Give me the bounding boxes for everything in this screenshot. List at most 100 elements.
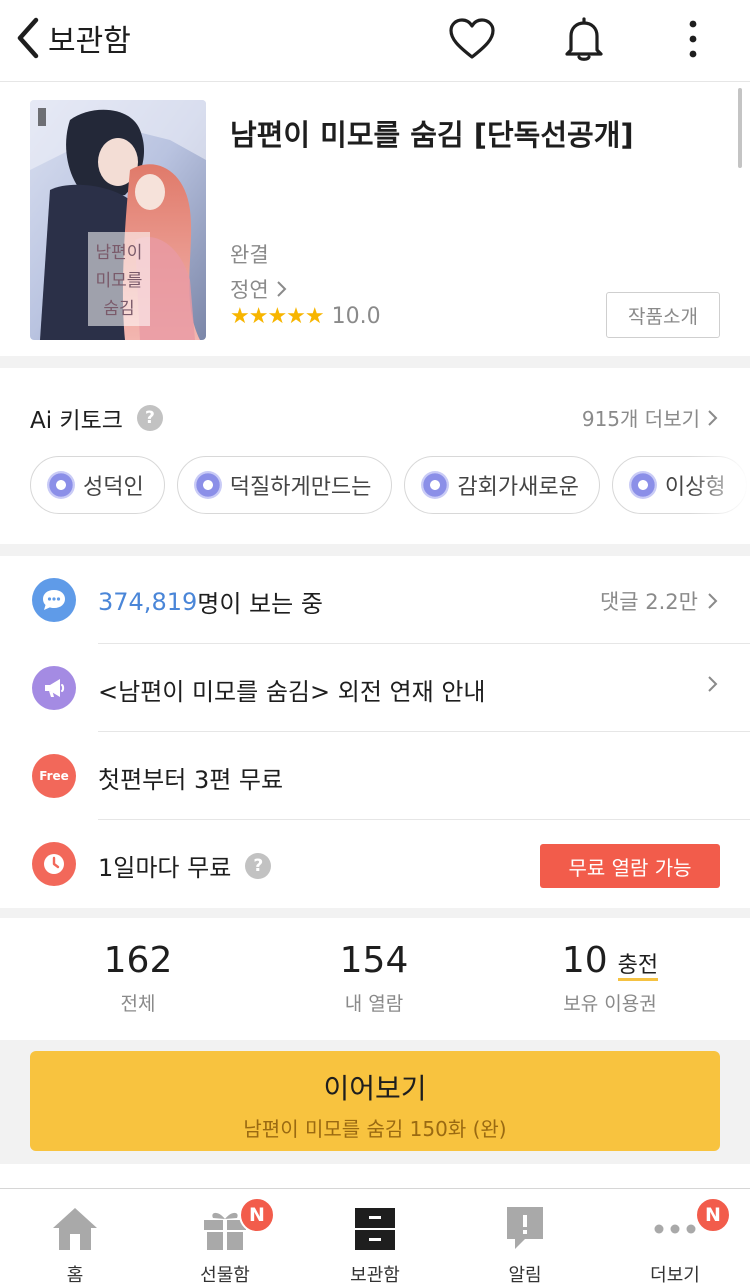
- keytalk-chip-label: 감회가새로운: [457, 475, 579, 500]
- cover-lettering-1: 남편이: [96, 243, 143, 263]
- read-count-label: 내 열람: [344, 993, 404, 1015]
- total-count: 162 전체: [38, 940, 238, 1016]
- daily-free-label: 1일마다 무료: [98, 854, 232, 882]
- keytalk-chip[interactable]: 덕질하게만드는: [176, 456, 393, 514]
- scrollbar[interactable]: [738, 88, 742, 168]
- chevron-right-icon: [708, 676, 718, 692]
- rating-value: 10.0: [331, 304, 381, 329]
- author-name: 정연: [230, 278, 269, 302]
- page-title: 보관함: [48, 24, 131, 59]
- star-rating-icon: ★★★★★: [230, 304, 325, 329]
- free-view-button[interactable]: 무료 열람 가능: [540, 844, 720, 888]
- library-icon: [355, 1208, 395, 1250]
- book-status: 완결: [230, 243, 269, 267]
- author-link[interactable]: 정연: [230, 274, 289, 304]
- notification-button[interactable]: [559, 14, 609, 64]
- ai-keytalk-section: Ai 키토크 ? 915개 더보기 성덕인 덕질하게만드는 감회가새로운 이상형: [0, 368, 750, 544]
- ticket-count-value: 10: [561, 940, 608, 981]
- free-icon-label: Free: [39, 769, 69, 783]
- top-app-bar: 보관함: [0, 0, 750, 82]
- announcement-chevron: [706, 674, 720, 694]
- chevron-right-icon: [708, 593, 718, 609]
- tab-more[interactable]: N 더보기: [600, 1189, 750, 1287]
- help-icon[interactable]: ?: [245, 852, 272, 879]
- read-count: 154 내 열람: [274, 940, 474, 1016]
- intro-button[interactable]: 작품소개: [606, 292, 720, 338]
- disc-icon: [193, 471, 222, 499]
- keytalk-chip-label: 성덕인: [83, 475, 144, 500]
- daily-free-row: 1일마다 무료 ? 무료 열람 가능: [0, 820, 750, 908]
- total-count-label: 전체: [120, 993, 156, 1015]
- favorite-button[interactable]: [447, 14, 497, 64]
- more-dots-icon: [654, 1224, 696, 1234]
- free-icon: Free: [32, 754, 76, 798]
- comments-link[interactable]: 댓글 2.2만: [600, 586, 720, 616]
- section-divider: [0, 908, 750, 918]
- keytalk-more-text: 915개 더보기: [581, 407, 700, 431]
- megaphone-icon: [32, 666, 76, 710]
- free-episodes-text: 첫편부터 3편 무료: [98, 766, 284, 794]
- tab-library-label: 보관함: [350, 1265, 400, 1286]
- read-count-value: 154: [339, 940, 409, 981]
- viewers-text: 374,819 명이 보는 중: [98, 584, 323, 619]
- viewers-suffix: 명이 보는 중: [197, 590, 323, 618]
- tab-alarm[interactable]: 알림: [450, 1189, 600, 1287]
- rating: ★★★★★ 10.0: [230, 304, 381, 329]
- chat-bubble-icon: [32, 578, 76, 622]
- continue-label: 이어보기: [323, 1072, 427, 1105]
- keytalk-more-link[interactable]: 915개 더보기: [582, 403, 720, 432]
- clock-icon: [32, 842, 76, 886]
- kebab-menu-icon: [689, 20, 697, 58]
- disc-icon: [421, 471, 450, 499]
- viewers-count: 374,819: [98, 587, 198, 616]
- heart-icon: [449, 18, 495, 59]
- free-episodes-row: Free 첫편부터 3편 무료: [0, 732, 750, 820]
- back-chevron-icon: [17, 17, 39, 59]
- book-title: 남편이 미모를 숨김 [단독선공개]: [230, 118, 634, 152]
- cover-lettering-3: 숨김: [103, 299, 134, 319]
- gift-badge: N: [239, 1197, 275, 1233]
- keytalk-chip-list: 성덕인 덕질하게만드는 감회가새로운 이상형: [30, 456, 747, 514]
- ticket-count-label: 보유 이용권: [563, 993, 657, 1016]
- chip-scroll-fade: [690, 448, 750, 528]
- keytalk-chip[interactable]: 감회가새로운: [404, 456, 600, 514]
- continue-section: 이어보기 남편이 미모를 숨김 150화 (완): [0, 1040, 750, 1164]
- continue-reading-button[interactable]: 이어보기 남편이 미모를 숨김 150화 (완): [30, 1051, 720, 1151]
- tab-library[interactable]: 보관함: [300, 1189, 450, 1287]
- help-icon[interactable]: ?: [136, 405, 163, 431]
- section-divider: [0, 356, 750, 368]
- charge-link[interactable]: 충전: [617, 953, 659, 982]
- daily-free-text: 1일마다 무료 ?: [98, 848, 272, 883]
- book-cover-image[interactable]: 남편이 미모를 숨김: [30, 100, 206, 340]
- chevron-right-icon: [276, 281, 287, 297]
- keytalk-title-text: Ai 키토크: [30, 408, 123, 434]
- episode-counts: 162 전체 154 내 열람 10 충전 보유 이용권: [0, 918, 750, 1040]
- announcement-text: <남편이 미모를 숨김> 외전 연재 안내: [98, 678, 486, 706]
- more-options-button[interactable]: [668, 14, 718, 64]
- more-badge: N: [695, 1197, 731, 1233]
- book-info-section: 남편이 미모를 숨김 남편이 미모를 숨김 [단독선공개] 완결 정연 ★★★★…: [0, 82, 750, 356]
- tab-alarm-label: 알림: [508, 1265, 542, 1286]
- disc-icon: [628, 471, 657, 499]
- disc-icon: [47, 471, 75, 499]
- tab-home-label: 홈: [66, 1265, 84, 1286]
- bottom-tab-bar: 홈 N 선물함 보관함 알림 N 더보기: [0, 1188, 750, 1287]
- announcement-row[interactable]: <남편이 미모를 숨김> 외전 연재 안내: [0, 644, 750, 732]
- tab-home[interactable]: 홈: [0, 1189, 150, 1287]
- keytalk-chip-label: 덕질하게만드는: [229, 475, 372, 500]
- home-icon: [53, 1208, 97, 1250]
- continue-episode: 남편이 미모를 숨김 150화 (완): [243, 1117, 507, 1141]
- bell-icon: [565, 17, 603, 61]
- cover-lettering-2: 미모를: [96, 271, 143, 291]
- keytalk-title: Ai 키토크 ?: [30, 401, 163, 435]
- tab-gift-label: 선물함: [200, 1265, 250, 1286]
- ticket-count: 10 충전 보유 이용권: [510, 940, 710, 1016]
- back-button[interactable]: 보관함: [14, 14, 154, 62]
- keytalk-chip[interactable]: 성덕인: [30, 456, 165, 514]
- alarm-icon: [507, 1207, 543, 1249]
- total-count-value: 162: [103, 940, 173, 981]
- comments-count: 댓글 2.2만: [599, 590, 698, 614]
- tab-gift[interactable]: N 선물함: [150, 1189, 300, 1287]
- viewers-row[interactable]: 374,819 명이 보는 중 댓글 2.2만: [0, 556, 750, 644]
- tab-more-label: 더보기: [650, 1265, 700, 1286]
